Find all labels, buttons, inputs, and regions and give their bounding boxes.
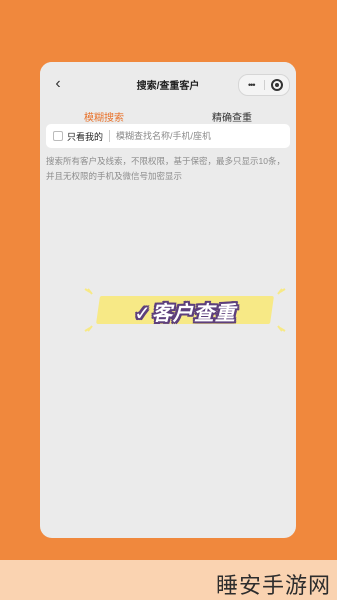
site-watermark: 睡安手游网 [215,573,331,598]
mini-program-capsule: ••• [238,74,290,96]
search-bar: 只看我的 [46,124,290,148]
only-mine-label[interactable]: 只看我的 [67,130,103,143]
navigation-bar: ‹ 搜索/查重客户 ••• [40,62,296,106]
promo-banner: ✓客户查重 [84,288,286,332]
search-input[interactable] [116,131,277,141]
tab-exact-duplicate-check-label: 精确查重 [212,113,252,124]
target-close-icon[interactable] [265,75,290,95]
banner-title: ✓客户查重 [134,303,236,325]
search-divider [109,130,111,142]
more-dots-icon[interactable]: ••• [239,75,264,95]
search-hint-text: 搜索所有客户及线索，不限权限，基于保密，最多只显示10条，并且无权限的手机及微信… [46,156,285,181]
only-mine-checkbox[interactable] [53,131,63,141]
tab-fuzzy-search-label: 模糊搜索 [84,113,124,124]
